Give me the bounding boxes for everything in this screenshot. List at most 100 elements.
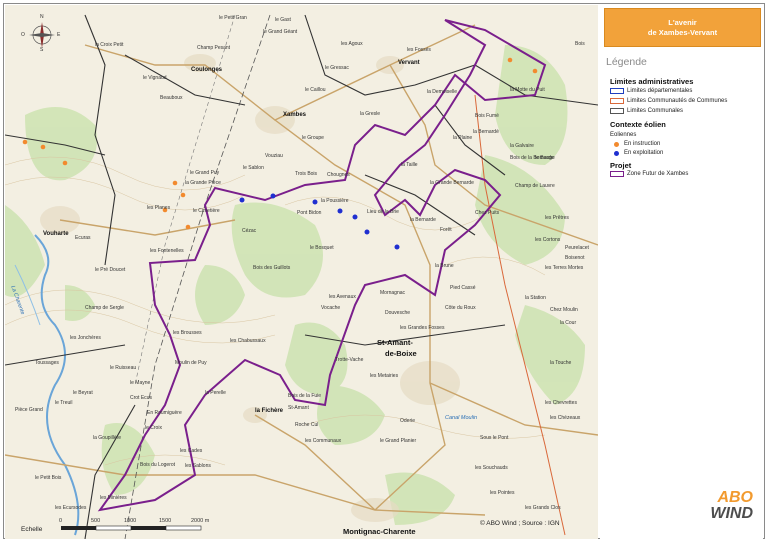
place-label: Pont Bidon: [297, 210, 322, 216]
compass-rose: N S O E: [21, 14, 61, 53]
place-label: le Pré Doucet: [95, 267, 126, 273]
place-label: Toussages: [35, 360, 59, 366]
legend-section-projet: Projet: [610, 161, 632, 170]
place-label: Chougnes: [327, 172, 350, 178]
turbine-instruction-icon: [614, 141, 619, 147]
place-label: Bois des Guillots: [253, 265, 291, 271]
title-line-2: de Xambes-Vervant: [647, 27, 718, 37]
scale-tick: 1500: [159, 518, 172, 524]
place-label: Moulin de Puy: [175, 360, 207, 366]
place-label: les Pointes: [490, 490, 515, 496]
place-label: Bois: [575, 41, 585, 47]
map-area[interactable]: N S O E Coulonges Xambes Vervant Vouhart…: [5, 5, 598, 539]
place-label: les Jonchères: [70, 335, 101, 341]
town-label: Xambes: [283, 112, 307, 118]
title-box: L'avenir de Xambes-Vervant: [604, 8, 761, 47]
compass-s: S: [40, 47, 44, 53]
place-label: la Perelle: [205, 390, 226, 396]
place-label: Bois Fumé: [475, 113, 499, 119]
town-label: Vouharte: [43, 231, 69, 237]
place-label: les Chevrettes: [545, 400, 577, 406]
place-label: Trotte-Vache: [335, 357, 364, 363]
place-label: Crot Ecus: [130, 395, 152, 401]
legend-heading: Légende: [606, 56, 647, 68]
place-label: la Gresle: [360, 111, 381, 117]
place-label: les Fontenelles: [150, 248, 184, 254]
place-label: le Gast: [275, 17, 291, 23]
place-label: le Groupe: [302, 135, 324, 141]
place-label: le Grand Puy: [190, 170, 220, 176]
place-label: Côte du Roux: [445, 305, 476, 311]
place-label: Pied Cassé: [450, 285, 476, 291]
map-canvas: [5, 5, 598, 539]
place-label: Sous le Pont: [480, 435, 509, 441]
place-label: les Chézeaux: [550, 415, 581, 421]
place-label: la Bernardé: [473, 129, 499, 135]
legend-item-label: En instruction: [624, 141, 661, 147]
place-label: Champ Pesant: [197, 45, 231, 51]
place-label: Ecuras: [75, 235, 91, 241]
place-label: Champ de Sergle: [85, 305, 124, 311]
place-label: la Taille: [401, 162, 418, 168]
place-label: les Cades: [180, 448, 203, 454]
place-label: Mornagnac: [380, 290, 406, 296]
scale-bar: Echelle 0 500 1000 1500 2000 m: [21, 517, 261, 539]
place-label: les Chabussaux: [230, 338, 266, 344]
place-label: Chez Puits: [475, 210, 500, 216]
place-label: Douvesche: [385, 310, 411, 316]
place-label: la Grande Bernarde: [430, 180, 474, 186]
legend-section-eolien: Contexte éolien: [610, 120, 666, 129]
legend-item-label: Limites Communautés de Communes: [627, 98, 728, 104]
compass-e: E: [57, 32, 61, 38]
turbine-exploitation-icon: [614, 150, 619, 156]
place-label: les Agoux: [341, 41, 363, 47]
legend-item-label: Zone Futur de Xambes: [627, 171, 689, 177]
place-label: le Mayne: [130, 380, 151, 386]
title-line-1: L'avenir: [668, 17, 697, 27]
place-label: le Grand Géant: [263, 29, 298, 35]
place-label: les Communaux: [305, 438, 342, 444]
place-label: la Plaine: [453, 135, 473, 141]
place-label: le Sablon: [243, 165, 264, 171]
scale-graphic: [61, 525, 202, 531]
place-label: les Brousses: [173, 330, 202, 336]
town-label: Vervant: [398, 60, 420, 66]
place-label: le Cimetière: [193, 208, 220, 214]
departement-swatch-icon: [610, 88, 624, 94]
legend-item-departement: Limites départementales: [610, 88, 692, 94]
place-label: Pièce Grand: [15, 407, 43, 413]
place-label: les Avenaux: [329, 294, 356, 300]
town-label: St-Amant-: [377, 338, 413, 347]
place-label: la Goupillère: [93, 435, 122, 441]
legend-section-admin: Limites administratives: [610, 77, 694, 86]
place-label: le Grand Planier: [380, 438, 417, 444]
legend-subtitle: Eoliennes: [610, 132, 637, 138]
legend-item-label: En exploitation: [624, 150, 664, 156]
place-label: les Terres Mortes: [545, 265, 584, 271]
compass-n: N: [40, 14, 44, 20]
place-label: les Sablons: [185, 463, 211, 469]
place-label: la Croix Petit: [95, 42, 124, 48]
place-label: la Bernarde: [410, 217, 436, 223]
place-label: Trois Bois: [295, 171, 318, 177]
place-label: Roche Cul: [295, 422, 319, 428]
place-label: Vocache: [321, 305, 341, 311]
town-label: la Fichère: [255, 408, 284, 414]
place-label: les Cortons: [535, 237, 561, 243]
legend-item-label: Limites Communales: [627, 108, 684, 114]
place-label: Chez Moulin: [550, 307, 578, 313]
place-label: Oderie: [400, 418, 416, 424]
place-label: Forêt: [440, 227, 452, 233]
legend-item-exploitation: En exploitation: [610, 150, 663, 156]
comcom-swatch-icon: [610, 98, 624, 104]
place-label: le Beyrat: [73, 390, 93, 396]
place-label: le Gressac: [325, 65, 349, 71]
place-label: le Caillou: [305, 87, 326, 93]
legend-panel: L'avenir de Xambes-Vervant Légende Limit…: [600, 5, 763, 539]
scale-tick: 0: [59, 518, 63, 524]
town-label: Montignac-Charente: [343, 527, 416, 536]
communal-swatch-icon: [610, 108, 624, 114]
legend-item-zone: Zone Futur de Xambes: [610, 171, 688, 177]
legend-item-comcom: Limites Communautés de Communes: [610, 98, 727, 104]
place-label: St-Amant: [288, 405, 309, 411]
